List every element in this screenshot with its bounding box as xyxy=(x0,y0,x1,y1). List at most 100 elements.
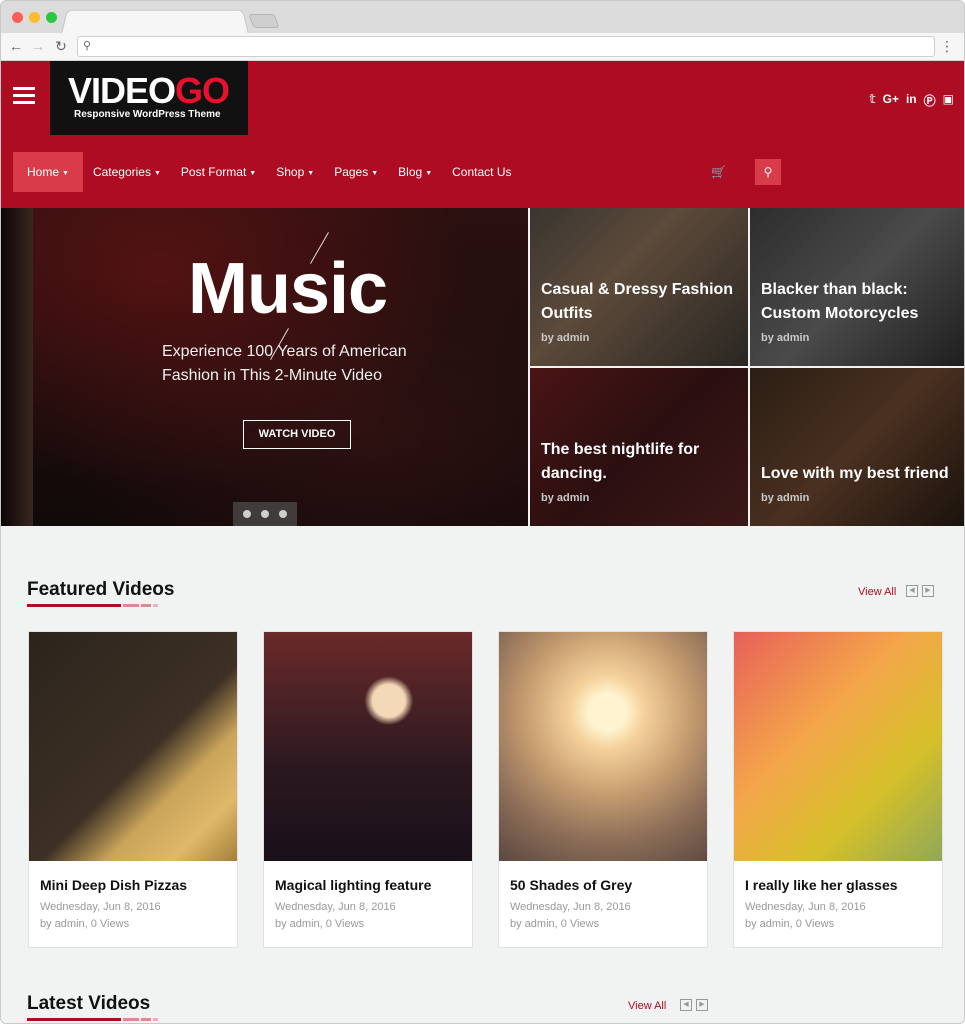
video-card[interactable]: 50 Shades of Grey Wednesday, Jun 8, 2016… xyxy=(498,631,708,948)
hero-card-byline: by admin xyxy=(541,332,590,344)
video-meta: by admin, 0 Views xyxy=(510,918,600,930)
video-date: Wednesday, Jun 8, 2016 xyxy=(40,901,161,913)
video-title[interactable]: Magical lighting feature xyxy=(275,877,431,893)
arrow-right-icon[interactable]: ▶ xyxy=(922,585,934,597)
hero-card-love[interactable]: Love with my best friend by admin xyxy=(750,368,964,526)
arrow-right-icon[interactable]: ▶ xyxy=(696,999,708,1011)
address-bar[interactable]: ⚲ xyxy=(77,36,935,57)
hero-card-title: The best nightlife for dancing. xyxy=(541,441,700,482)
hero-section: Music Experience 100 Years of American F… xyxy=(1,208,964,526)
chevron-down-icon: ▼ xyxy=(371,170,379,177)
latest-section-title: Latest Videos xyxy=(27,993,151,1014)
nav-item-contact-us[interactable]: Contact Us xyxy=(442,152,521,192)
section-underline xyxy=(27,604,121,607)
slider-prev-image xyxy=(1,208,33,526)
video-thumbnail[interactable] xyxy=(499,632,707,861)
video-card[interactable]: Magical lighting feature Wednesday, Jun … xyxy=(263,631,473,948)
minimize-window-button[interactable] xyxy=(29,12,40,23)
nav-item-shop[interactable]: Shop ▼ xyxy=(266,152,324,192)
chevron-down-icon: ▼ xyxy=(249,170,257,177)
video-title[interactable]: Mini Deep Dish Pizzas xyxy=(40,877,187,893)
browser-tab[interactable] xyxy=(61,9,249,34)
hero-card-byline: by admin xyxy=(761,492,810,504)
chevron-down-icon: ▼ xyxy=(153,170,161,177)
search-icon: ⚲ xyxy=(763,165,773,179)
nav-item-pages[interactable]: Pages ▼ xyxy=(324,152,388,192)
hero-card-nightlife[interactable]: The best nightlife for dancing. by admin xyxy=(530,368,748,526)
forward-arrow-icon[interactable]: → xyxy=(29,37,47,55)
slider-dot-1[interactable] xyxy=(243,510,251,518)
hero-slider[interactable]: Music Experience 100 Years of American F… xyxy=(1,208,528,526)
video-card[interactable]: Mini Deep Dish Pizzas Wednesday, Jun 8, … xyxy=(28,631,238,948)
video-card[interactable]: I really like her glasses Wednesday, Jun… xyxy=(733,631,943,948)
google-plus-icon[interactable]: G+ xyxy=(883,92,899,109)
arrow-left-icon[interactable]: ◀ xyxy=(680,999,692,1011)
website: VIDEOGO Responsive WordPress Theme 𝕥 G+ … xyxy=(1,61,964,1023)
featured-carousel-arrows: ◀ ▶ xyxy=(906,585,934,597)
reload-icon[interactable]: ↻ xyxy=(52,37,70,55)
arrow-left-icon[interactable]: ◀ xyxy=(906,585,918,597)
logo-accent-text: GO xyxy=(175,70,230,111)
video-date: Wednesday, Jun 8, 2016 xyxy=(745,901,866,913)
chevron-down-icon: ▼ xyxy=(307,170,315,177)
nav-item-categories[interactable]: Categories ▼ xyxy=(83,152,171,192)
linkedin-icon[interactable]: in xyxy=(906,92,917,109)
new-tab-button[interactable] xyxy=(248,14,280,28)
twitter-icon[interactable]: 𝕥 xyxy=(870,92,876,109)
slider-dot-3[interactable] xyxy=(279,510,287,518)
hero-card-title: Casual & Dressy Fashion Outfits xyxy=(541,281,734,322)
section-underline xyxy=(141,1018,151,1021)
search-icon: ⚲ xyxy=(83,40,92,52)
video-thumbnail[interactable] xyxy=(29,632,237,861)
video-title[interactable]: 50 Shades of Grey xyxy=(510,877,632,893)
watch-video-button[interactable]: WATCH VIDEO xyxy=(243,420,351,449)
cart-icon[interactable]: 🛒 xyxy=(711,165,726,179)
slider-dot-2[interactable] xyxy=(261,510,269,518)
section-underline xyxy=(27,1018,121,1021)
hero-card-byline: by admin xyxy=(541,492,590,504)
latest-view-all-link[interactable]: View All xyxy=(628,1000,666,1012)
video-thumbnail[interactable] xyxy=(734,632,942,861)
back-arrow-icon[interactable]: ← xyxy=(7,37,25,55)
hero-card-title: Love with my best friend xyxy=(761,465,949,482)
hero-card-motorcycles[interactable]: Blacker than black: Custom Motorcycles b… xyxy=(750,208,964,366)
video-thumbnail[interactable] xyxy=(264,632,472,861)
hero-card-title: Blacker than black: Custom Motorcycles xyxy=(761,281,919,322)
main-navigation: Home ▼ Categories ▼ Post Format ▼ Shop ▼ Pag… xyxy=(13,152,521,192)
section-underline xyxy=(153,604,158,607)
search-button[interactable]: ⚲ xyxy=(755,159,781,185)
browser-menu-icon[interactable]: ⋮ xyxy=(940,37,954,55)
video-meta: by admin, 0 Views xyxy=(40,918,130,930)
nav-item-blog[interactable]: Blog ▼ xyxy=(388,152,442,192)
browser-window: ← → ↻ ⚲ ⋮ VIDEOGO Responsive WordPress T… xyxy=(0,0,965,1024)
video-title[interactable]: I really like her glasses xyxy=(745,877,898,893)
hero-card-fashion[interactable]: Casual & Dressy Fashion Outfits by admin xyxy=(530,208,748,366)
maximize-window-button[interactable] xyxy=(46,12,57,23)
chevron-down-icon: ▼ xyxy=(62,170,69,177)
section-underline xyxy=(141,604,151,607)
social-links: 𝕥 G+ in Ⓟ ▣ xyxy=(870,92,954,109)
site-logo[interactable]: VIDEOGO Responsive WordPress Theme xyxy=(50,61,248,135)
browser-titlebar xyxy=(1,1,964,34)
instagram-icon[interactable]: ▣ xyxy=(943,92,954,109)
video-meta: by admin, 0 Views xyxy=(745,918,835,930)
hamburger-menu-icon[interactable] xyxy=(13,87,35,105)
hero-card-byline: by admin xyxy=(761,332,810,344)
featured-view-all-link[interactable]: View All xyxy=(858,586,896,598)
slider-subtitle: Experience 100 Years of American Fashion… xyxy=(162,343,407,384)
nav-item-post-format[interactable]: Post Format ▼ xyxy=(171,152,266,192)
slider-pagination xyxy=(233,502,297,526)
section-underline xyxy=(153,1018,158,1021)
browser-toolbar: ← → ↻ ⚲ ⋮ xyxy=(1,33,964,61)
section-underline xyxy=(123,604,139,607)
video-meta: by admin, 0 Views xyxy=(275,918,365,930)
video-date: Wednesday, Jun 8, 2016 xyxy=(275,901,396,913)
slider-title: Music xyxy=(188,249,388,329)
site-header: VIDEOGO Responsive WordPress Theme 𝕥 G+ … xyxy=(1,61,964,208)
pinterest-icon[interactable]: Ⓟ xyxy=(924,92,936,109)
featured-section-title: Featured Videos xyxy=(27,579,175,600)
chevron-down-icon: ▼ xyxy=(425,170,433,177)
logo-main-text: VIDEO xyxy=(68,70,176,111)
close-window-button[interactable] xyxy=(12,12,23,23)
nav-item-home[interactable]: Home ▼ xyxy=(13,152,83,192)
